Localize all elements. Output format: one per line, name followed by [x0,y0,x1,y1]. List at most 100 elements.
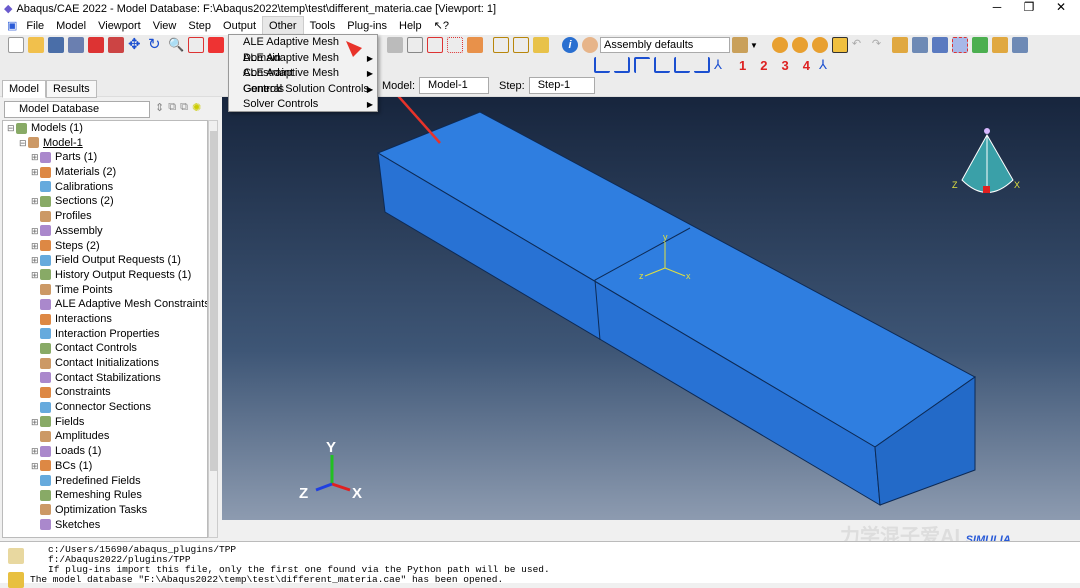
tab-model[interactable]: Model [2,80,46,98]
menu-output[interactable]: Output [217,17,262,35]
menu-other[interactable]: Other [262,16,304,36]
replace-icon[interactable] [407,37,423,53]
step-select[interactable]: Step-1 [528,77,595,94]
database-select[interactable]: Model Database [4,101,150,118]
tree-item[interactable]: Connector Sections [3,400,207,415]
new-file-icon[interactable] [8,37,24,53]
tree-item[interactable]: ⊟ Models (1) [3,121,207,136]
lightbulb-icon[interactable]: ✺ [192,101,201,114]
tree-item[interactable]: Amplitudes [3,429,207,444]
model-select[interactable]: Model-1 [419,77,490,94]
tab-results[interactable]: Results [45,80,97,98]
tree-item[interactable]: Calibrations [3,180,207,195]
filter-icon[interactable]: ⧉ [168,101,176,114]
spin-icon[interactable]: ⇕ [155,101,164,114]
menu-view[interactable]: View [147,17,183,35]
section-icon[interactable] [991,37,1008,53]
auto-fit-icon[interactable] [208,37,224,53]
palette-icon[interactable] [582,37,598,53]
mesh-cube-icon[interactable] [931,37,948,53]
minimize-button[interactable]: ─ [982,0,1012,14]
viewport[interactable]: y x z Y X Z Z X [222,43,1080,520]
expand-icon[interactable]: ⊞ [31,224,40,239]
tree-item[interactable]: ⊞ Steps (2) [3,239,207,254]
tree-item[interactable]: Time Points [3,283,207,298]
tree-item[interactable]: Contact Initializations [3,356,207,371]
tree-item[interactable]: ⊞ Sections (2) [3,194,207,209]
tree-item[interactable]: ⊞ Parts (1) [3,150,207,165]
pan-icon[interactable]: ✥ [128,37,144,53]
tree-item[interactable]: Constraints [3,385,207,400]
tree-scrollbar[interactable] [208,120,218,538]
tree-item[interactable]: ⊟ Model-1 [3,136,207,151]
close-button[interactable]: ✕ [1046,0,1076,14]
expand-icon[interactable]: ⊞ [31,268,40,283]
highlight-icon[interactable]: ⧉ [180,101,188,114]
print-icon[interactable] [68,37,84,53]
expand-icon[interactable]: ⊞ [31,194,40,209]
open-icon[interactable] [28,37,44,53]
menu-tools[interactable]: Tools [304,17,342,35]
menu-viewport[interactable]: Viewport [92,17,147,35]
green-cube-icon[interactable] [971,37,988,53]
system-menu-icon[interactable]: ▣ [4,17,20,35]
render-style-select[interactable]: Assembly defaults [600,37,730,53]
expand-icon[interactable]: ⊞ [31,239,40,254]
menu-model[interactable]: Model [50,17,92,35]
boolean-icon[interactable] [771,37,788,53]
view-3-button[interactable]: 3 [781,58,788,73]
rotate-icon[interactable]: ↻ [148,37,164,53]
message-tab-icon[interactable] [8,548,24,564]
query-icon[interactable] [387,37,403,53]
iso-view-icon[interactable]: ⅄ [714,57,730,73]
sphere-icon[interactable] [811,37,828,53]
whats-this-button[interactable]: ↖? [428,17,455,35]
box-zoom-icon[interactable] [188,37,204,53]
manager-icon[interactable] [911,37,928,53]
tree-item[interactable]: Sketches [3,518,207,533]
intersect-icon[interactable] [791,37,808,53]
save-icon[interactable] [48,37,64,53]
menu-item-general-solution-controls[interactable]: General Solution Controls ▶ [229,82,377,98]
expand-icon[interactable]: ⊞ [31,444,40,459]
right-view-icon[interactable] [694,57,710,73]
tree-item[interactable]: Predefined Fields [3,474,207,489]
display-group-icon[interactable] [447,37,463,53]
expand-icon[interactable]: ⊞ [31,165,40,180]
color-code-icon[interactable] [732,37,748,53]
zoom-icon[interactable]: 🔍 [168,37,184,53]
menu-item-solver-controls[interactable]: Solver Controls ▶ [229,97,377,113]
menu-step[interactable]: Step [182,17,217,35]
tree-item[interactable]: Contact Stabilizations [3,371,207,386]
tree-item[interactable]: Contact Controls [3,341,207,356]
tree-item[interactable]: ⊞ Fields [3,415,207,430]
redo-icon[interactable]: ↷ [872,37,888,53]
export-icon[interactable] [108,37,124,53]
expand-icon[interactable]: ⊟ [7,121,16,136]
menu-help[interactable]: Help [393,17,428,35]
expand-icon[interactable]: ⊟ [19,136,28,151]
table-icon[interactable] [1011,37,1028,53]
menu-item-ale-mesh-controls[interactable]: ALE Adaptive Mesh Controls ▶ [229,66,377,95]
apply-view-icon[interactable]: ⅄ [819,57,835,73]
bottom-view-icon[interactable] [654,57,670,73]
expand-icon[interactable]: ⊞ [31,459,40,474]
view-4-button[interactable]: 4 [803,58,810,73]
tree-item[interactable]: ⊞ Materials (2) [3,165,207,180]
hidden-line-icon[interactable] [513,37,529,53]
tree-item[interactable]: ⊞ BCs (1) [3,459,207,474]
import-icon[interactable] [88,37,104,53]
tree-item[interactable]: Optimization Tasks [3,503,207,518]
tree-item[interactable]: Interactions [3,312,207,327]
left-view-icon[interactable] [674,57,690,73]
wireframe-icon[interactable] [493,37,509,53]
menu-plugins[interactable]: Plug-ins [341,17,393,35]
back-view-icon[interactable] [614,57,630,73]
view-1-button[interactable]: 1 [739,58,746,73]
tree-item[interactable]: ALE Adaptive Mesh Constraints [3,297,207,312]
menu-file[interactable]: File [20,17,50,35]
maximize-button[interactable]: ❐ [1014,0,1044,14]
tree-item[interactable]: Remeshing Rules [3,488,207,503]
shaded-icon[interactable] [533,37,549,53]
model-canvas[interactable]: y x z Y X Z Z X [222,43,1080,520]
